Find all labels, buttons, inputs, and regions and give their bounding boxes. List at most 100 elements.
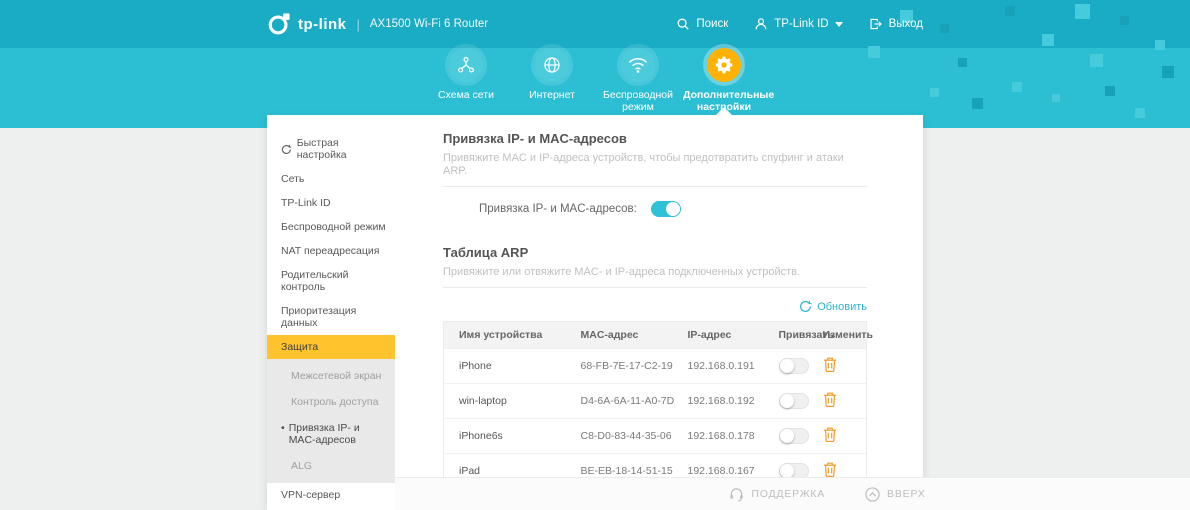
refresh-icon <box>800 300 812 312</box>
logout-label: Выход <box>888 18 923 30</box>
trash-icon <box>823 462 836 478</box>
sidebar-item-network[interactable]: Сеть <box>267 167 395 191</box>
ip-address: 192.168.0.178 <box>672 418 771 454</box>
delete-button[interactable] <box>823 427 837 443</box>
sidebar: Быстрая настройка Сеть TP-Link ID Беспро… <box>267 115 395 510</box>
tplink-id-label: TP-Link ID <box>774 18 829 30</box>
brand-separator: | <box>356 16 360 32</box>
sidebar-item-label: Быстрая настройка <box>296 137 347 161</box>
toggle-knob <box>779 429 794 443</box>
sidebar-item-vpn-server[interactable]: VPN-сервер <box>267 483 395 507</box>
wifi-icon <box>628 58 648 73</box>
nav-item-advanced-settings[interactable]: Дополнительные настройки <box>681 48 774 113</box>
network-map-icon <box>458 57 474 73</box>
active-dot-icon: • <box>281 422 285 434</box>
network-map-circle <box>449 48 483 82</box>
nav-item-internet[interactable]: Интернет <box>509 48 595 113</box>
advanced-settings-circle <box>707 48 741 82</box>
trash-icon <box>823 427 836 443</box>
trash-icon <box>823 357 836 373</box>
column-ip-address: IP-адрес <box>672 321 771 349</box>
mac-address: C8-D0-83-44-35-06 <box>565 418 673 454</box>
nav-item-wireless[interactable]: Беспроводной режим <box>595 48 681 113</box>
table-row: win-laptop D4-6A-6A-11-A0-7D 192.168.0.1… <box>443 383 867 419</box>
arp-section: Таблица ARP Привяжите или отвяжите MAC- … <box>443 245 873 489</box>
arp-table-description: Привяжите или отвяжите MAC- и IP-адреса … <box>443 266 867 288</box>
table-row: iPhone6s C8-D0-83-44-35-06 192.168.0.178 <box>443 418 867 454</box>
sidebar-item-security[interactable]: Защита <box>267 335 395 359</box>
scroll-to-top-label: ВВЕРХ <box>887 488 926 500</box>
submenu-item-label: Привязка IP- и MAC-адресов <box>288 422 360 446</box>
nav-item-network-map[interactable]: Схема сети <box>423 48 509 113</box>
gear-icon <box>715 56 733 74</box>
toggle-knob <box>665 202 680 216</box>
column-bind: Привязать <box>770 321 834 349</box>
quick-setup-icon <box>281 144 292 154</box>
sidebar-item-nat-forwarding[interactable]: NAT переадресация <box>267 239 395 263</box>
arp-table: Имя устройства MAC-адрес IP-адрес Привяз… <box>443 321 873 489</box>
table-row: iPhone 68-FB-7E-17-C2-19 192.168.0.191 <box>443 348 867 384</box>
delete-button[interactable] <box>823 462 837 478</box>
device-name: iPhone6s <box>443 418 566 454</box>
submenu-item-alg[interactable]: ALG <box>267 453 395 479</box>
sidebar-item-parental-controls[interactable]: Родительский контроль <box>267 263 395 299</box>
bottom-bar: ПОДДЕРЖКА ВВЕРХ <box>395 477 1190 510</box>
device-name: iPhone <box>443 348 566 384</box>
page-title: Привязка IP- и MAC-адресов <box>443 131 627 146</box>
bind-toggle[interactable] <box>778 358 809 374</box>
support-label: ПОДДЕРЖКА <box>751 488 826 500</box>
tplink-id-menu[interactable]: TP-Link ID <box>754 17 843 31</box>
ip-mac-binding-toggle[interactable] <box>650 201 681 217</box>
trash-icon <box>823 392 836 408</box>
sidebar-item-wireless[interactable]: Беспроводной режим <box>267 215 395 239</box>
top-bar-content: tp-link | AX1500 Wi-Fi 6 Router Поиск TP… <box>267 0 923 48</box>
submenu-item-ip-mac-binding[interactable]: • Привязка IP- и MAC-адресов <box>267 415 395 453</box>
device-name: win-laptop <box>443 383 566 419</box>
table-header-row: Имя устройства MAC-адрес IP-адрес Привяз… <box>443 321 873 349</box>
page-description: Привяжите MAC и IP-адреса устройств, что… <box>443 152 867 187</box>
chevron-down-icon <box>834 21 843 27</box>
bind-toggle[interactable] <box>778 428 809 444</box>
search-button[interactable]: Поиск <box>676 17 728 31</box>
router-model: AX1500 Wi-Fi 6 Router <box>369 18 489 30</box>
bind-toggle[interactable] <box>778 393 809 409</box>
binding-toggle-label: Привязка IP- и MAC-адресов: <box>479 203 637 215</box>
nav-label: Схема сети <box>438 89 494 101</box>
support-button[interactable]: ПОДДЕРЖКА <box>729 487 825 502</box>
headset-icon <box>730 487 744 501</box>
globe-icon <box>544 57 560 73</box>
binding-toggle-row: Привязка IP- и MAC-адресов: <box>479 201 867 217</box>
router-admin-page: tp-link | AX1500 Wi-Fi 6 Router Поиск TP… <box>0 0 1190 510</box>
sidebar-item-quick-setup[interactable]: Быстрая настройка <box>267 131 395 167</box>
sidebar-item-tplink-id[interactable]: TP-Link ID <box>267 191 395 215</box>
delete-button[interactable] <box>823 357 837 373</box>
refresh-link[interactable]: Обновить <box>443 300 867 313</box>
ip-address: 192.168.0.191 <box>672 348 771 384</box>
logout-button[interactable]: Выход <box>869 17 923 31</box>
search-label: Поиск <box>696 18 729 30</box>
submenu-item-access-control[interactable]: Контроль доступа <box>267 389 395 415</box>
toggle-knob <box>779 464 794 478</box>
delete-button[interactable] <box>823 392 837 408</box>
brand-name: tp-link <box>298 15 347 33</box>
user-icon <box>755 18 767 30</box>
nav-label: Беспроводной режим <box>602 89 674 113</box>
arp-table-title: Таблица ARP <box>443 245 529 260</box>
logout-icon <box>870 18 882 30</box>
top-bar-actions: Поиск TP-Link ID Выход <box>676 17 923 31</box>
refresh-label: Обновить <box>817 300 867 313</box>
tp-link-logo-icon <box>268 13 290 35</box>
submenu-item-firewall[interactable]: Межсетевой экран <box>267 363 395 389</box>
sidebar-item-qos[interactable]: Приоритезация данных <box>267 299 395 335</box>
content-panel: Привязка IP- и MAC-адресов Привяжите MAC… <box>395 115 924 510</box>
arrow-up-circle-icon <box>865 486 880 502</box>
nav-label: Интернет <box>529 89 575 101</box>
wireless-circle <box>621 48 655 82</box>
brand-logo[interactable]: tp-link <box>267 12 347 36</box>
security-submenu: Межсетевой экран Контроль доступа • Прив… <box>267 359 395 483</box>
main-nav: Схема сети Интернет Беспроводной режим Д… <box>0 48 1190 113</box>
scroll-to-top-button[interactable]: ВВЕРХ <box>865 486 926 502</box>
mac-address: 68-FB-7E-17-C2-19 <box>565 348 673 384</box>
internet-circle <box>535 48 569 82</box>
column-device-name: Имя устройства <box>443 321 566 349</box>
